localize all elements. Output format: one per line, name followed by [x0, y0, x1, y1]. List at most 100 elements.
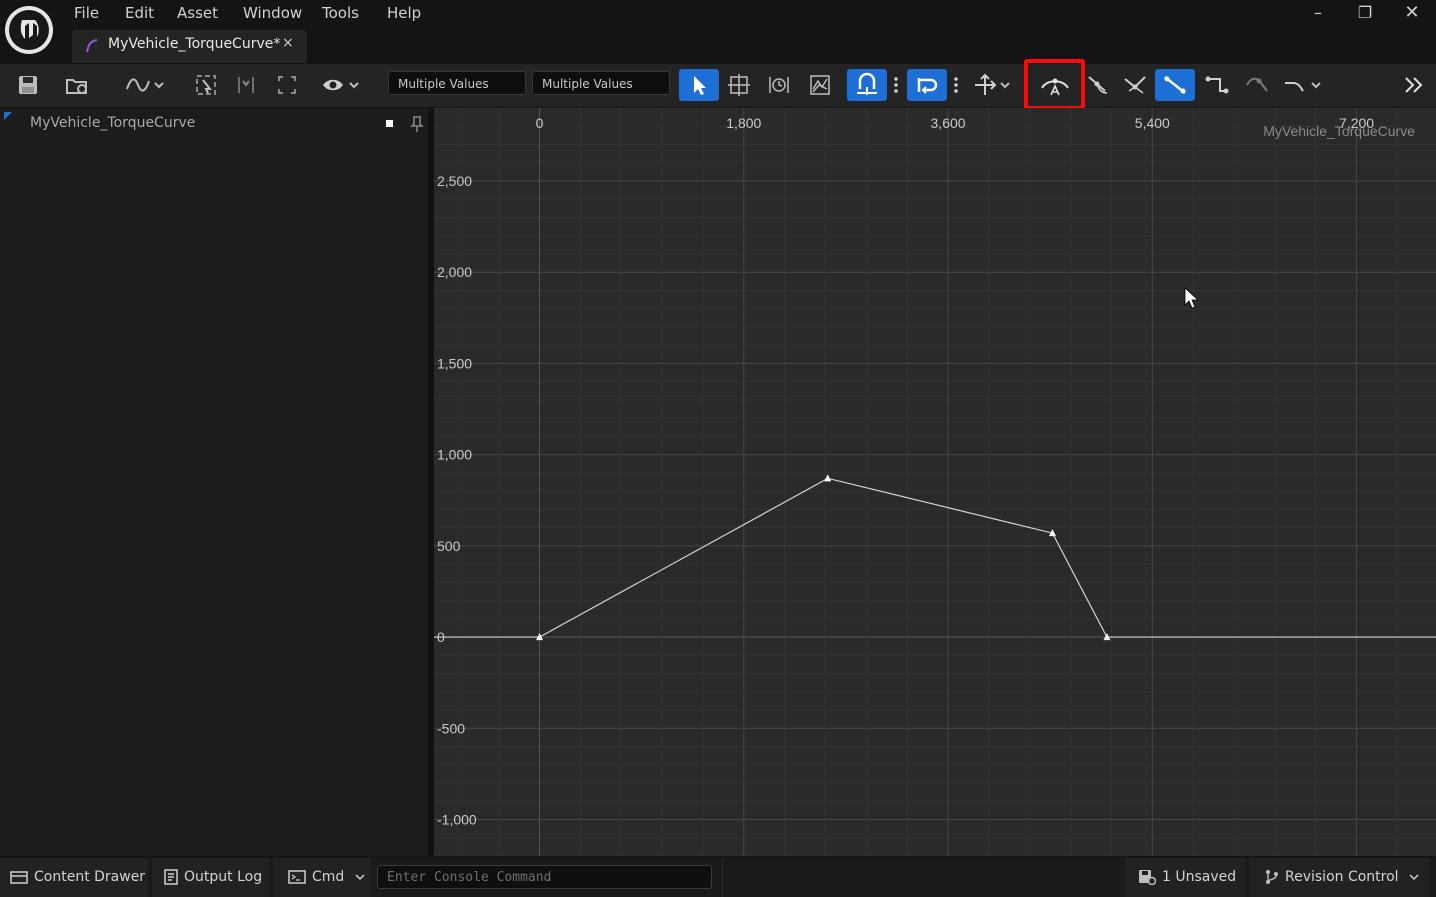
browse-asset-icon	[66, 79, 87, 94]
focus-selection-button[interactable]	[230, 69, 262, 101]
snap-time-options-button[interactable]	[889, 69, 903, 101]
snap-time-icon	[857, 72, 877, 95]
chevron-down-icon	[355, 874, 365, 881]
y-tick-label: 0	[437, 629, 445, 645]
transform-tool-button[interactable]	[723, 69, 755, 101]
snap-value-icon	[917, 78, 938, 94]
break-tangent-icon	[1124, 76, 1146, 94]
revision-control-label: Revision Control	[1285, 869, 1399, 885]
x-tick-label: 1,800	[726, 115, 761, 131]
multi-select-icon	[810, 75, 830, 95]
curve-tree-panel: MyVehicle_TorqueCurve	[0, 108, 428, 856]
linear-tangent-button[interactable]	[1155, 69, 1195, 101]
revision-control-dropdown[interactable]: Revision Control	[1249, 858, 1429, 897]
save-icon	[19, 76, 37, 94]
curve-graph-canvas[interactable]: 0 1,800 3,600 5,400 7,200 2,500 2,000 1,…	[434, 108, 1436, 856]
content-drawer-button[interactable]: Content Drawer	[0, 858, 148, 897]
x-tick-label: 5,400	[1135, 115, 1170, 131]
curve-watermark: MyVehicle_TorqueCurve	[1263, 123, 1415, 139]
y-tick-label: 1,000	[437, 447, 472, 463]
content-drawer-icon	[10, 871, 28, 884]
x-tick-label: 0	[536, 115, 544, 131]
title-bar: File Edit Asset Window Tools Help MyVehi…	[0, 0, 1436, 64]
expand-toolbar-icon	[1405, 77, 1423, 93]
menu-file[interactable]: File	[74, 2, 99, 24]
status-bar: Content Drawer Output Log Cmd 1 Unsaved …	[0, 858, 1436, 897]
logo-inner	[9, 10, 49, 50]
pin-icon[interactable]	[410, 115, 424, 133]
curve-asset-icon	[86, 39, 98, 53]
cmd-label: Cmd	[312, 869, 345, 885]
y-tick-label: 500	[437, 538, 461, 554]
save-button[interactable]	[12, 69, 44, 101]
retime-tool-icon	[769, 77, 789, 93]
linear-tangent-icon	[1164, 76, 1186, 94]
fit-button[interactable]	[271, 69, 303, 101]
curve-view-options-icon	[126, 78, 164, 92]
curve-graph-view[interactable]: 0 1,800 3,600 5,400 7,200 2,500 2,000 1,…	[434, 108, 1436, 856]
frame-selection-button[interactable]	[190, 69, 222, 101]
y-tick-label: -1,000	[437, 812, 477, 828]
highlight-box	[1024, 59, 1085, 110]
minimize-button[interactable]: –	[1303, 2, 1333, 24]
y-tick-label: 2,500	[437, 173, 472, 189]
unsaved-button[interactable]: 1 Unsaved	[1125, 858, 1245, 897]
select-tool-icon	[694, 76, 706, 95]
snap-value-options-button[interactable]	[949, 69, 963, 101]
menu-window[interactable]: Window	[243, 2, 302, 24]
cmd-dropdown[interactable]: Cmd	[273, 858, 371, 897]
axis-snap-icon	[975, 73, 1010, 95]
output-log-icon	[164, 869, 178, 885]
curve-tree-item[interactable]: MyVehicle_TorqueCurve	[30, 115, 195, 131]
visibility-dropdown[interactable]	[318, 69, 364, 101]
constant-tangent-icon	[1205, 76, 1229, 94]
console-command-input[interactable]	[377, 865, 712, 889]
snap-time-button[interactable]	[847, 69, 887, 101]
y-tick-label: 1,500	[437, 355, 472, 371]
curve-filter-dropdown[interactable]	[1281, 69, 1327, 101]
axis-snap-dropdown[interactable]	[971, 69, 1017, 101]
document-tab-title: MyVehicle_TorqueCurve*	[108, 36, 281, 52]
snap-value-button[interactable]	[907, 69, 947, 101]
revision-control-icon	[1266, 870, 1278, 884]
close-window-button[interactable]: ✕	[1397, 2, 1427, 24]
restore-button[interactable]: ❐	[1350, 2, 1380, 24]
curve-color-swatch[interactable]	[386, 120, 393, 127]
curve-line	[434, 477, 1436, 638]
panel-corner-icon	[4, 112, 12, 120]
browse-asset-button[interactable]	[61, 69, 93, 101]
weighted-tangent-icon	[1246, 77, 1268, 92]
transform-tool-icon	[728, 74, 750, 96]
menu-help[interactable]: Help	[387, 2, 421, 24]
select-tool-button[interactable]	[679, 69, 719, 101]
curve-editor-toolbar: Multiple Values Multiple Values	[0, 64, 1436, 107]
menu-asset[interactable]: Asset	[177, 2, 218, 24]
unreal-logo-icon[interactable]	[5, 6, 53, 54]
document-tab[interactable]: MyVehicle_TorqueCurve* ×	[72, 30, 307, 63]
close-tab-icon[interactable]: ×	[282, 35, 294, 51]
retime-tool-button[interactable]	[763, 69, 795, 101]
time-value-field[interactable]: Multiple Values	[388, 71, 526, 95]
user-tangent-button[interactable]	[1081, 69, 1113, 101]
chevron-down-icon	[1409, 874, 1419, 881]
mouse-cursor-icon	[1184, 287, 1200, 309]
console-icon	[288, 870, 306, 884]
constant-tangent-button[interactable]	[1200, 69, 1232, 101]
x-tick-label: 3,600	[931, 115, 966, 131]
more-options-icon	[954, 77, 958, 93]
visibility-icon	[323, 79, 359, 91]
status-spacer	[722, 858, 1122, 897]
multi-select-button[interactable]	[804, 69, 836, 101]
menu-tools[interactable]: Tools	[322, 2, 359, 24]
menu-edit[interactable]: Edit	[125, 2, 154, 24]
curve-filter-icon	[1285, 82, 1321, 92]
break-tangent-button[interactable]	[1119, 69, 1151, 101]
unsaved-label: 1 Unsaved	[1162, 869, 1237, 885]
curve-view-options-dropdown[interactable]	[122, 69, 168, 101]
weighted-tangent-button[interactable]	[1241, 69, 1273, 101]
output-log-button[interactable]: Output Log	[152, 858, 269, 897]
expand-toolbar-button[interactable]	[1398, 69, 1430, 101]
key-value-field[interactable]: Multiple Values	[532, 71, 670, 95]
fit-icon	[278, 76, 296, 94]
output-log-label: Output Log	[184, 869, 263, 885]
